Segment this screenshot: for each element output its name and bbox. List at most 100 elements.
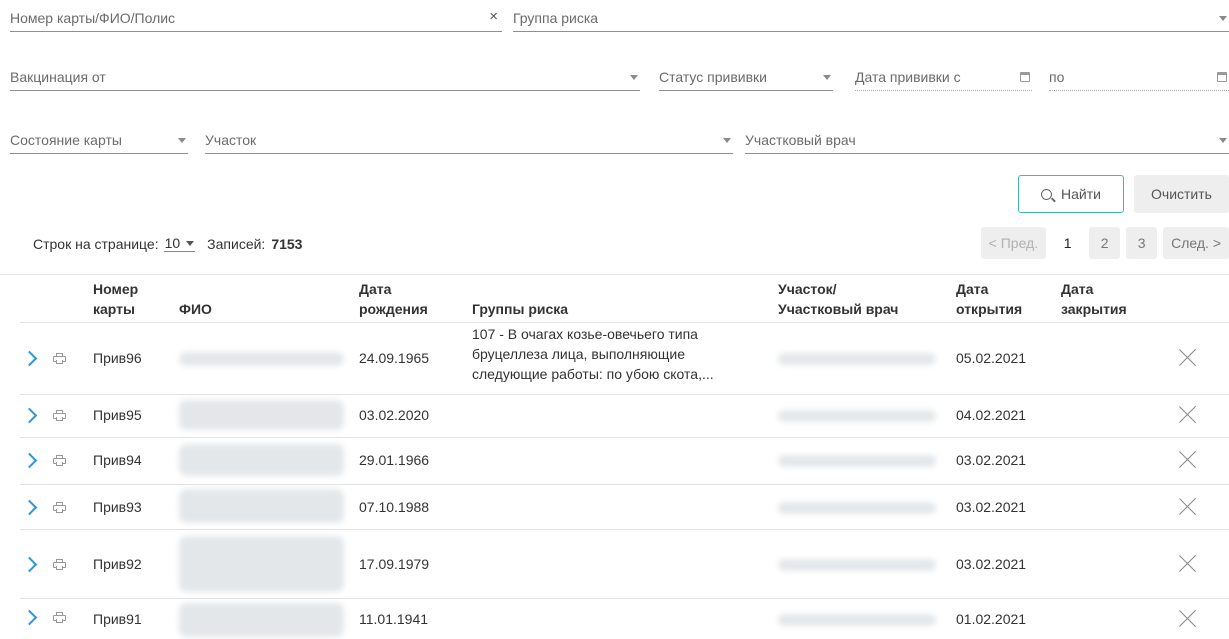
district-redacted [778,410,936,422]
vaccination-date-to-placeholder: по [1049,69,1065,85]
chevron-down-icon [723,138,731,143]
printer-icon[interactable] [53,612,66,623]
chevron-down-icon [630,75,638,80]
close-icon[interactable] [1178,554,1197,573]
find-button[interactable]: Найти [1018,175,1124,213]
vaccination-from-select[interactable]: Вакцинация от [10,67,640,91]
open-date: 03.02.2021 [956,556,1027,572]
table-row[interactable]: Прив94 29.01.1966 03.02.2021 [0,438,1229,484]
calendar-icon[interactable] [1217,72,1227,82]
fio-redacted [179,444,344,476]
chevron-down-icon [823,75,831,80]
district-redacted [778,614,936,626]
risk-group-select[interactable]: Группа риска [513,8,1229,32]
rows-per-page-select[interactable]: 10 [163,235,196,252]
chevron-down-icon [1219,138,1227,143]
printer-icon[interactable] [53,559,66,570]
clear-button[interactable]: Очистить [1134,175,1229,213]
chevron-right-icon[interactable] [21,609,38,626]
chevron-down-icon [178,138,186,143]
vaccination-date-from-placeholder: Дата прививки с [855,69,961,85]
header-fio: ФИО [179,301,212,317]
risk-line: бруцеллеза лица, выполняющие [472,346,685,362]
vaccination-status-select[interactable]: Статус прививки [659,67,833,91]
table-row[interactable]: Прив93 07.10.1988 03.02.2021 [0,485,1229,529]
risk-line: 107 - В очагах козье-овечьего типа [472,326,698,342]
header-open-date: Дата открытия [956,279,1022,319]
chevron-right-icon[interactable] [21,350,38,367]
open-date: 03.02.2021 [956,452,1027,468]
close-icon[interactable] [1178,450,1197,469]
open-date: 01.02.2021 [956,611,1027,627]
district-doctor-select[interactable]: Участковый врач [745,130,1229,154]
next-page-button[interactable]: След. > [1163,227,1229,259]
card-number-search-placeholder: Номер карты/ФИО/Полис [10,10,176,26]
chevron-down-icon [1219,16,1227,21]
printer-icon[interactable] [53,455,66,466]
vaccination-date-from-field[interactable]: Дата прививки с [855,67,1032,91]
open-date: 03.02.2021 [956,499,1027,515]
district-placeholder: Участок [205,132,257,148]
card-state-select[interactable]: Состояние карты [10,130,188,154]
birth-date: 29.01.1966 [359,452,430,468]
card-number: Прив96 [93,350,142,366]
rows-per-page-value: 10 [164,235,181,251]
header-risk-groups: Группы риска [472,301,569,317]
district-redacted [778,502,936,514]
birth-date: 17.09.1979 [359,556,430,572]
district-select[interactable]: Участок [205,130,733,154]
calendar-icon[interactable] [1020,72,1030,82]
header-close-date: Дата закрытия [1061,279,1127,319]
prev-page-button[interactable]: < Пред. [980,227,1047,259]
vaccination-date-to-field[interactable]: по [1049,67,1229,91]
page-1-button[interactable]: 1 [1052,227,1084,259]
district-redacted [778,455,936,467]
header-birth-date-line1: Дата [359,281,392,297]
header-birth-date: Дата рождения [359,279,428,319]
birth-date: 24.09.1965 [359,350,430,366]
table-row[interactable]: Прив95 03.02.2020 04.02.2021 [0,395,1229,437]
card-state-placeholder: Состояние карты [10,132,122,148]
page-3-button[interactable]: 3 [1126,227,1158,259]
district-redacted [778,353,936,365]
printer-icon[interactable] [53,353,66,364]
vaccination-from-placeholder: Вакцинация от [10,69,106,85]
search-icon [1041,188,1053,200]
header-open-date-line1: Дата [956,281,989,297]
close-icon[interactable] [1178,497,1197,516]
birth-date: 07.10.1988 [359,499,430,515]
card-number: Прив94 [93,452,142,468]
printer-icon[interactable] [53,502,66,513]
header-district: Участок/ Участковый врач [778,279,898,319]
district-redacted [778,559,936,571]
chevron-right-icon[interactable] [21,499,38,516]
clear-search-icon[interactable]: × [489,8,498,25]
card-number: Прив93 [93,499,142,515]
close-icon[interactable] [1178,609,1197,628]
table-meta: Строк на странице: 10 Записей: 7153 [33,235,302,252]
chevron-right-icon[interactable] [21,407,38,424]
header-district-line1: Участок/ [778,281,837,297]
table-row[interactable]: Прив96 24.09.1965 107 - В очагах козье-о… [0,323,1229,394]
header-open-date-line2: открытия [956,301,1023,317]
fio-redacted [179,352,344,366]
fio-redacted [179,536,344,592]
printer-icon[interactable] [53,410,66,421]
table-top-divider [0,274,1229,275]
close-icon[interactable] [1178,348,1197,367]
open-date: 05.02.2021 [956,350,1027,366]
chevron-right-icon[interactable] [21,452,38,469]
header-card-number: Номер карты [93,279,138,319]
table-row[interactable]: Прив91 11.01.1941 01.02.2021 [0,599,1229,639]
page-2-button[interactable]: 2 [1089,227,1121,259]
table-row[interactable]: Прив92 17.09.1979 03.02.2021 [0,530,1229,598]
fio-redacted [179,603,344,637]
card-number: Прив95 [93,407,142,423]
close-icon[interactable] [1178,405,1197,424]
header-close-date-line1: Дата [1061,281,1094,297]
card-number: Прив92 [93,556,142,572]
risk-line: следующие работы: по убою скота,... [472,366,714,382]
header-card-number-line1: Номер [93,281,139,297]
chevron-right-icon[interactable] [21,556,38,573]
card-number-search-field[interactable]: Номер карты/ФИО/Полис × [10,8,502,32]
